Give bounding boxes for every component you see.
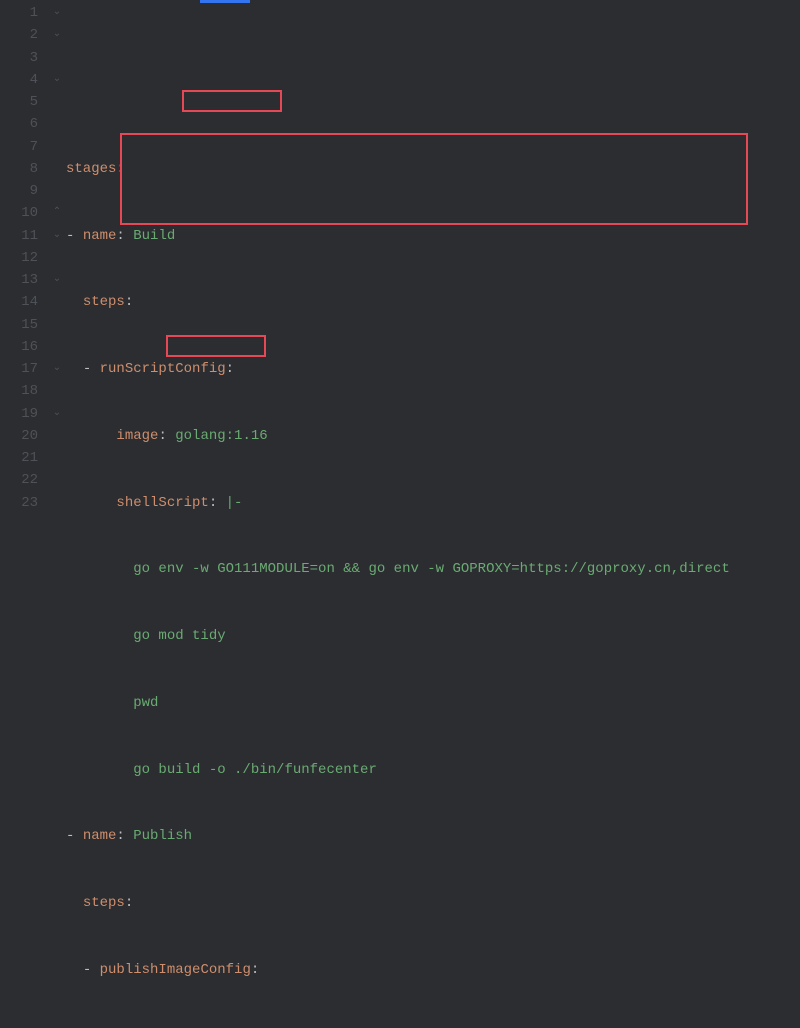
code-area[interactable]: stages: - name: Build steps: - runScript… [66,0,800,514]
highlight-box-image [182,90,282,112]
line-number-gutter: 1 2 3 4 5 6 7 8 9 10 11 12 13 14 15 16 1… [0,0,48,514]
fold-icon[interactable]: ⌄ [48,358,66,380]
fold-icon [48,492,66,514]
code-line[interactable]: pwd [66,692,800,714]
line-number: 19 [0,403,38,425]
line-number: 17 [0,358,38,380]
fold-gutter: ⌄ ⌄ ⌄ ⌃ ⌄ ⌄ ⌄ ⌄ [48,0,66,514]
line-number: 22 [0,469,38,491]
yaml-key: steps [83,895,125,911]
fold-icon[interactable]: ⌄ [48,269,66,291]
script-line: go build -o ./bin/funfecenter [133,762,377,778]
line-number: 15 [0,314,38,336]
code-editor[interactable]: 1 2 3 4 5 6 7 8 9 10 11 12 13 14 15 16 1… [0,0,800,514]
code-line[interactable]: stages: [66,158,800,180]
yaml-key: image [116,428,158,444]
fold-icon [48,91,66,113]
fold-icon [48,425,66,447]
line-number: 8 [0,158,38,180]
fold-icon[interactable]: ⌄ [48,69,66,91]
fold-icon [48,469,66,491]
line-number: 13 [0,269,38,291]
yaml-key: shellScript [116,495,208,511]
fold-icon [48,314,66,336]
yaml-key: publishImageConfig [100,962,251,978]
line-number: 21 [0,447,38,469]
code-line[interactable]: - publishImageConfig: [66,959,800,981]
script-line: go env -w GO111MODULE=on && go env -w GO… [133,561,730,577]
fold-icon [48,158,66,180]
line-number: 16 [0,336,38,358]
code-line[interactable]: go env -w GO111MODULE=on && go env -w GO… [66,558,800,580]
code-line[interactable]: go mod tidy [66,625,800,647]
line-number: 5 [0,91,38,113]
yaml-key: stages [66,161,116,177]
line-number: 7 [0,136,38,158]
fold-icon [48,247,66,269]
yaml-key: runScriptConfig [100,361,226,377]
fold-icon [48,336,66,358]
code-line[interactable]: go build -o ./bin/funfecenter [66,759,800,781]
fold-icon[interactable]: ⌄ [48,2,66,24]
line-number: 2 [0,24,38,46]
code-line[interactable]: steps: [66,291,800,313]
script-line: pwd [133,695,158,711]
script-line: go mod tidy [133,628,225,644]
line-number: 9 [0,180,38,202]
fold-icon [48,136,66,158]
code-line[interactable]: shellScript: |- [66,492,800,514]
line-number: 10 [0,202,38,224]
fold-icon [48,113,66,135]
code-line[interactable]: - runScriptConfig: [66,358,800,380]
yaml-value: golang:1.16 [175,428,267,444]
line-number: 3 [0,47,38,69]
fold-icon [48,180,66,202]
line-number: 6 [0,113,38,135]
code-line[interactable]: - name: Publish [66,825,800,847]
code-line[interactable]: steps: [66,892,800,914]
fold-icon[interactable]: ⌄ [48,24,66,46]
fold-icon [48,380,66,402]
fold-icon [48,291,66,313]
yaml-key: name [83,828,117,844]
fold-icon[interactable]: ⌃ [48,202,66,224]
fold-icon [48,447,66,469]
yaml-value: Build [133,228,175,244]
line-number: 14 [0,291,38,313]
line-number: 4 [0,69,38,91]
yaml-key: steps [83,294,125,310]
line-number: 20 [0,425,38,447]
line-number: 11 [0,225,38,247]
code-line[interactable]: image: golang:1.16 [66,425,800,447]
fold-icon[interactable]: ⌄ [48,225,66,247]
yaml-key: name [83,228,117,244]
code-line[interactable]: dockerfilePath: ./Dockerfile [66,1026,800,1028]
fold-icon[interactable]: ⌄ [48,403,66,425]
line-number: 18 [0,380,38,402]
highlight-box-tag [166,335,266,357]
fold-icon [48,47,66,69]
yaml-block-indicator: |- [226,495,243,511]
line-number: 1 [0,2,38,24]
code-line[interactable]: - name: Build [66,225,800,247]
yaml-value: Publish [133,828,192,844]
line-number: 23 [0,492,38,514]
line-number: 12 [0,247,38,269]
